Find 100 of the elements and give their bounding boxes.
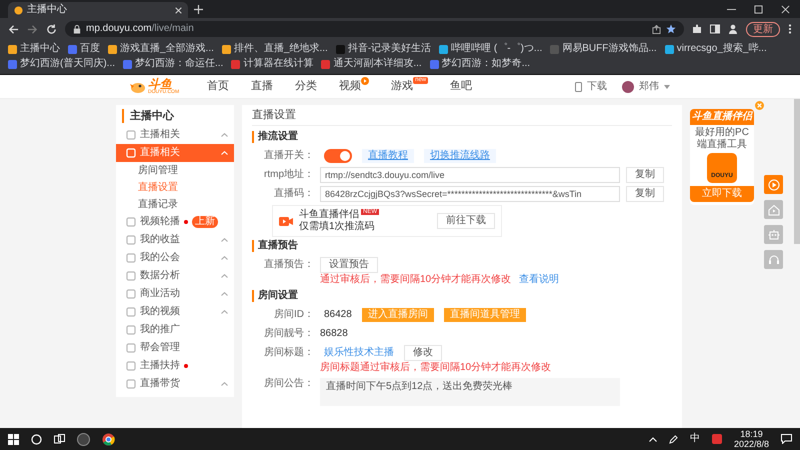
profile-icon[interactable] [728, 24, 738, 34]
nav-link[interactable]: 分类 [295, 80, 318, 94]
sidebar-item[interactable]: 主播扶持 [116, 357, 234, 375]
bookmark-link[interactable]: 梦幻西游(普天同庆)... [8, 57, 115, 71]
sidebar-item[interactable]: 数据分析 [116, 267, 234, 285]
puzzle-icon[interactable] [692, 24, 702, 34]
new-tag: 上新 [192, 216, 218, 228]
copy-button[interactable]: 复制 [626, 166, 664, 183]
promo-subtitle: 仅需填1次推流码 [299, 221, 376, 234]
copy-button[interactable]: 复制 [626, 186, 664, 202]
bookmark-link[interactable]: 游戏直播_全部游戏... [108, 42, 214, 56]
sidebar-title: 主播中心 [122, 109, 234, 123]
bookmark-link[interactable]: 网易BUFF游戏饰品... [550, 42, 657, 56]
bookmark-link[interactable]: 梦幻西游：如梦奇... [430, 57, 530, 71]
bookmark-link[interactable]: 抖音-记录美好生活 [336, 42, 432, 56]
download-link[interactable]: 下载 [587, 80, 607, 92]
close-icon[interactable] [781, 4, 790, 14]
chevron-up-icon[interactable] [648, 436, 657, 442]
menu-icon[interactable] [788, 24, 792, 34]
play-icon [768, 178, 780, 190]
forward-icon[interactable] [27, 24, 38, 34]
notification-icon[interactable] [781, 434, 792, 444]
bookmark-link[interactable]: 排件、直播_绝地求... [222, 42, 328, 56]
maximize-icon[interactable] [754, 4, 763, 14]
sidebar-item[interactable]: 视频轮播 上新 [116, 213, 234, 231]
scrollbar[interactable] [794, 99, 800, 244]
pen-icon[interactable] [668, 434, 678, 444]
robot-icon [768, 228, 780, 240]
warning-text: 房间标题通过审核后，需要间隔10分钟才能再次修改 [320, 362, 552, 376]
field-label: 直播码： [273, 188, 314, 200]
sidebar-item[interactable]: 直播带货 [116, 375, 234, 393]
user-name-link[interactable]: 郑伟 [639, 80, 659, 92]
field-label: 房间ID： [273, 308, 314, 321]
section-heading: 房间设置 [252, 290, 672, 302]
reload-icon[interactable] [46, 24, 57, 34]
page-title: 直播设置 [252, 109, 672, 126]
room-number-value: 86828 [320, 328, 348, 340]
sidebar-item[interactable]: 我的收益 [116, 231, 234, 249]
caret-icon[interactable] [664, 84, 670, 88]
bookmark-link[interactable]: virrecsgo_搜索_哔... [664, 42, 767, 56]
bookmark-link[interactable]: 百度 [68, 42, 100, 56]
plus-icon[interactable] [194, 5, 203, 14]
sidebar-icon[interactable] [710, 24, 720, 34]
nav-link[interactable]: 游戏 [391, 80, 414, 94]
download-button[interactable]: 前往下载 [437, 213, 495, 230]
sidebar-item[interactable]: 我的推广 [116, 321, 234, 339]
sidebar-item[interactable]: 帮会管理 [116, 339, 234, 357]
input-method-indicator[interactable]: 中 [690, 433, 700, 445]
logo-text: 斗鱼 [148, 78, 172, 90]
section-heading: 直播预告 [252, 240, 672, 252]
toggle-switch[interactable] [324, 148, 352, 163]
bookmark-link[interactable]: 计算器在线计算 [231, 57, 314, 71]
app-circle-icon[interactable] [77, 432, 90, 446]
favicon-icon [14, 6, 23, 14]
field-label: 房间公告： [263, 378, 314, 390]
nav-link[interactable]: 直播 [251, 80, 274, 94]
task-view-icon[interactable] [54, 434, 65, 444]
bookmark-link[interactable]: 主播中心 [8, 42, 60, 56]
avatar-icon[interactable] [622, 80, 634, 92]
edit-button[interactable]: 修改 [404, 344, 442, 361]
windows-logo-icon[interactable] [8, 434, 19, 444]
promo-title: 斗鱼直播伴侣 [299, 209, 359, 220]
lock-icon [73, 24, 81, 34]
tray-app-icon[interactable] [712, 434, 722, 444]
bookmark-link[interactable]: 通天河副本详细攻... [321, 57, 422, 71]
sidebar-item[interactable]: 我的视频 [116, 303, 234, 321]
field-label: 直播开关： [263, 150, 314, 162]
bookmark-link[interactable]: 哔哩哔哩 (゜-゜)つ... [439, 42, 542, 56]
nav-link[interactable]: 视频 [339, 80, 362, 94]
field-label: 直播预告： [263, 258, 314, 271]
ad-subtitle: 最好用的PC端直播工具 [694, 126, 750, 152]
sidebar-item[interactable]: 商业活动 [116, 285, 234, 303]
sidebar-item[interactable]: 我的公会 [116, 249, 234, 267]
tool-button[interactable] [764, 175, 783, 194]
sidebar-item[interactable]: 主播相关 [116, 126, 234, 144]
share-icon[interactable] [652, 24, 661, 34]
sidebar-subitem[interactable]: 直播记录 [116, 196, 234, 213]
phone-icon [575, 82, 582, 92]
close-icon[interactable] [175, 6, 182, 14]
address-field[interactable]: mp.douyu.com/live/main [65, 21, 684, 37]
star-icon[interactable] [666, 24, 676, 34]
browser-icon[interactable] [102, 432, 115, 446]
set-preview-button[interactable]: 设置预告 [320, 256, 378, 273]
back-icon[interactable] [8, 24, 19, 34]
nav-link[interactable]: 首页 [207, 80, 230, 94]
home-icon [768, 204, 780, 216]
browser-tab[interactable]: 主播中心 [8, 2, 188, 18]
field-label: 房间靓号： [263, 328, 314, 340]
update-button[interactable]: 更新 [746, 22, 780, 36]
field-label: 房间标题： [263, 346, 314, 359]
warning-text: 通过审核后，需要间隔10分钟才能再次修改 [320, 274, 512, 288]
search-icon[interactable] [31, 434, 42, 444]
nav-link[interactable]: 鱼吧 [450, 80, 472, 94]
room-id-value: 86428 [324, 308, 352, 321]
sidebar-subitem[interactable]: 房间管理 [116, 162, 234, 179]
notice-field[interactable]: 直播时间下午5点到12点，送出免费荧光棒 [320, 378, 620, 406]
ad-title: 斗鱼直播伴侣 [692, 111, 752, 123]
stream-key-field[interactable]: 86428rzCcjgjBQs3?wsSecret=******************************&wsTin [320, 186, 620, 202]
bookmark-link[interactable]: 梦幻西游：命运任... [123, 57, 224, 71]
rtmp-address-field[interactable]: rtmp://sendtc3.douyu.com/live [320, 166, 620, 183]
